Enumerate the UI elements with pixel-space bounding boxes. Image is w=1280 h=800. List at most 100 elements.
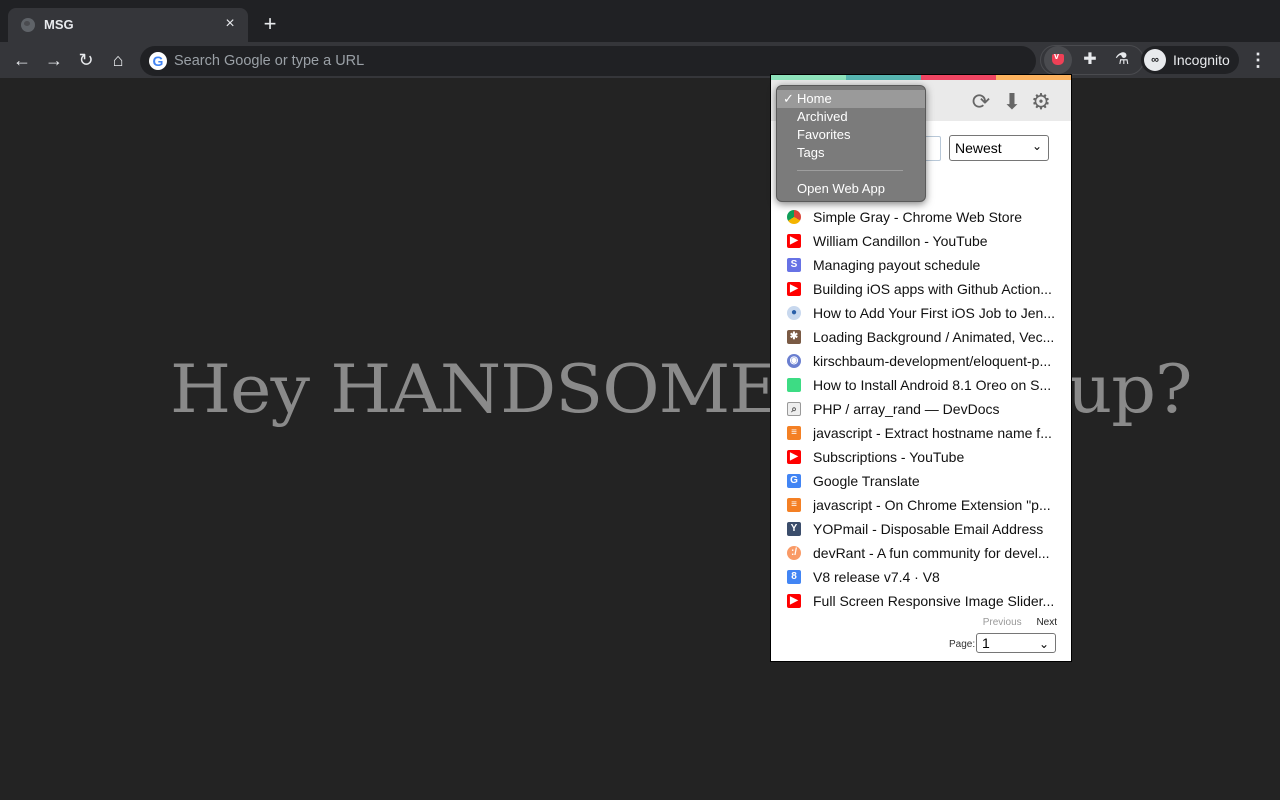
stackoverflow-icon: ≡ bbox=[787, 498, 801, 512]
incognito-label: Incognito bbox=[1173, 52, 1230, 68]
tab-strip: MSG × + bbox=[0, 0, 1280, 42]
check-icon: ✓ bbox=[783, 91, 794, 106]
item-title: javascript - Extract hostname name f... bbox=[813, 425, 1052, 441]
page-select[interactable]: 1 ⌄ bbox=[976, 633, 1056, 653]
menu-item-favorites[interactable]: Favorites bbox=[777, 126, 925, 144]
sort-selected: Newest bbox=[955, 140, 1002, 156]
list-item[interactable]: S Managing payout schedule bbox=[771, 253, 1071, 277]
tab-msg[interactable]: MSG × bbox=[8, 8, 248, 42]
close-tab-icon[interactable]: × bbox=[220, 14, 240, 34]
menu-item-label: Home bbox=[797, 91, 832, 106]
flask-icon: ⚗ bbox=[1114, 51, 1130, 68]
devdocs-search-icon: ⌕ bbox=[787, 402, 801, 416]
chrome-icon bbox=[787, 210, 801, 224]
menu-divider bbox=[797, 170, 903, 171]
forward-button[interactable]: → bbox=[40, 46, 68, 74]
android-icon bbox=[787, 378, 801, 392]
item-title: kirschbaum-development/eloquent-p... bbox=[813, 353, 1052, 369]
globe-icon: ◉ bbox=[787, 354, 801, 368]
youtube-icon: ▶ bbox=[787, 282, 801, 296]
puzzle-icon: ✚ bbox=[1083, 51, 1097, 68]
extensions-puzzle-button[interactable]: ✚ bbox=[1076, 46, 1104, 74]
item-title: Google Translate bbox=[813, 473, 920, 489]
chevron-down-icon: ⌄ bbox=[1038, 637, 1049, 651]
item-title: PHP / array_rand — DevDocs bbox=[813, 401, 1000, 417]
next-link[interactable]: Next bbox=[1036, 617, 1057, 628]
list-item[interactable]: Y YOPmail - Disposable Email Address bbox=[771, 517, 1071, 541]
item-title: Loading Background / Animated, Vec... bbox=[813, 329, 1055, 345]
item-title: Building iOS apps with Github Action... bbox=[813, 281, 1052, 297]
list-item[interactable]: ▶ Building iOS apps with Github Action... bbox=[771, 277, 1071, 301]
list-item[interactable]: ● How to Add Your First iOS Job to Jen... bbox=[771, 301, 1071, 325]
item-title: How to Add Your First iOS Job to Jen... bbox=[813, 305, 1056, 321]
globe-icon bbox=[21, 18, 35, 32]
profile-incognito-button[interactable]: ∞ Incognito bbox=[1141, 46, 1239, 74]
item-title: Full Screen Responsive Image Slider... bbox=[813, 593, 1055, 609]
list-item[interactable]: G Google Translate bbox=[771, 469, 1071, 493]
item-title: Simple Gray - Chrome Web Store bbox=[813, 209, 1023, 225]
page-label: Page: bbox=[949, 639, 976, 650]
youtube-icon: ▶ bbox=[787, 234, 801, 248]
list-item[interactable]: ✱ Loading Background / Animated, Vec... bbox=[771, 325, 1071, 349]
incognito-avatar-icon: ∞ bbox=[1144, 49, 1166, 71]
labs-button[interactable]: ⚗ bbox=[1108, 46, 1136, 74]
list-item[interactable]: How to Install Android 8.1 Oreo on S... bbox=[771, 373, 1071, 397]
item-title: William Candillon - YouTube bbox=[813, 233, 988, 249]
v8-icon: 8 bbox=[787, 570, 801, 584]
list-item[interactable]: ◉ kirschbaum-development/eloquent-p... bbox=[771, 349, 1071, 373]
pager: Previous Next bbox=[983, 617, 1057, 628]
item-title: Subscriptions - YouTube bbox=[813, 449, 965, 465]
toolbar: ← → ↻ ⌂ G Search Google or type a URL ✚ … bbox=[0, 42, 1280, 78]
item-title: V8 release v7.4 · V8 bbox=[813, 569, 940, 585]
list-item[interactable]: ▶ Full Screen Responsive Image Slider... bbox=[771, 589, 1071, 613]
pocket-icon bbox=[1052, 51, 1064, 65]
youtube-icon: ▶ bbox=[787, 450, 801, 464]
download-icon[interactable]: ⬇ bbox=[1000, 90, 1024, 114]
item-title: How to Install Android 8.1 Oreo on S... bbox=[813, 377, 1052, 393]
chevron-down-icon: ⌄ bbox=[1031, 139, 1042, 153]
item-title: javascript - On Chrome Extension "p... bbox=[813, 497, 1051, 513]
stackoverflow-icon: ≡ bbox=[787, 426, 801, 440]
menu-item-label: Open Web App bbox=[797, 181, 885, 196]
tab-title: MSG bbox=[44, 17, 74, 32]
stripe-icon: S bbox=[787, 258, 801, 272]
reload-button[interactable]: ↻ bbox=[72, 46, 100, 74]
back-button[interactable]: ← bbox=[8, 46, 36, 74]
address-bar[interactable]: G Search Google or type a URL bbox=[140, 46, 1036, 76]
sort-select[interactable]: Newest ⌄ bbox=[949, 135, 1049, 161]
new-tab-button[interactable]: + bbox=[258, 12, 282, 36]
item-title: Managing payout schedule bbox=[813, 257, 981, 273]
menu-item-tags[interactable]: Tags bbox=[777, 144, 925, 162]
list-item[interactable]: ▶ William Candillon - YouTube bbox=[771, 229, 1071, 253]
item-title: devRant - A fun community for devel... bbox=[813, 545, 1050, 561]
list-item[interactable]: ▶ Subscriptions - YouTube bbox=[771, 445, 1071, 469]
saved-items-list: ... DemoSimple Gray - Chrome Web Store▶W… bbox=[771, 181, 1071, 613]
menu-item-home[interactable]: ✓ Home bbox=[777, 90, 925, 108]
pocket-extension-button[interactable] bbox=[1044, 46, 1072, 74]
google-translate-icon: G bbox=[787, 474, 801, 488]
menu-item-archived[interactable]: Archived bbox=[777, 108, 925, 126]
list-item[interactable]: ≡ javascript - Extract hostname name f... bbox=[771, 421, 1071, 445]
google-g-icon: G bbox=[149, 52, 167, 70]
menu-item-label: Archived bbox=[797, 109, 848, 124]
devrant-icon: :/ bbox=[787, 546, 801, 560]
page-value: 1 bbox=[982, 635, 990, 651]
item-title: YOPmail - Disposable Email Address bbox=[813, 521, 1044, 537]
list-item[interactable]: ≡ javascript - On Chrome Extension "p... bbox=[771, 493, 1071, 517]
list-item[interactable]: Simple Gray - Chrome Web Store bbox=[771, 205, 1071, 229]
previous-link[interactable]: Previous bbox=[983, 617, 1022, 628]
shield-icon: ● bbox=[787, 306, 801, 320]
home-button[interactable]: ⌂ bbox=[104, 46, 132, 74]
menu-item-label: Tags bbox=[797, 145, 825, 160]
yopmail-icon: Y bbox=[787, 522, 801, 536]
list-item[interactable]: ⌕ PHP / array_rand — DevDocs bbox=[771, 397, 1071, 421]
menu-item-label: Favorites bbox=[797, 127, 851, 142]
settings-icon[interactable]: ⚙ bbox=[1029, 90, 1053, 114]
list-item[interactable]: :/ devRant - A fun community for devel... bbox=[771, 541, 1071, 565]
menu-item-open-web-app[interactable]: Open Web App bbox=[777, 180, 925, 198]
view-dropdown-menu: ✓ Home Archived Favorites Tags Open Web … bbox=[776, 85, 926, 202]
list-item[interactable]: 8 V8 release v7.4 · V8 bbox=[771, 565, 1071, 589]
chrome-menu-button[interactable]: ⋮ bbox=[1248, 46, 1268, 74]
youtube-icon: ▶ bbox=[787, 594, 801, 608]
refresh-icon[interactable]: ⟳ bbox=[969, 90, 993, 114]
